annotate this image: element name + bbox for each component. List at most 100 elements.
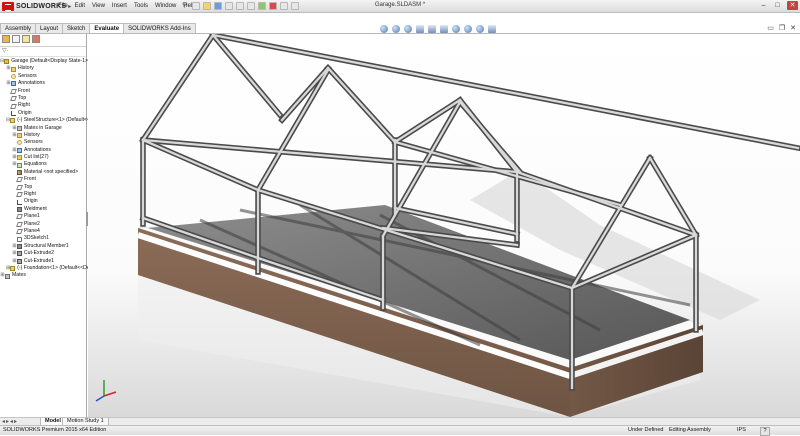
tree-row[interactable]: Material <not specified>: [0, 169, 86, 176]
hide-show-items-icon[interactable]: [452, 25, 460, 33]
file-properties-icon[interactable]: [280, 2, 288, 10]
tree-row[interactable]: ⊞ Annotations: [0, 147, 86, 154]
new-document-icon[interactable]: [192, 2, 200, 10]
tree-row[interactable]: ⊞ Equations: [0, 161, 86, 168]
menu-bar: File Edit View Insert Tools Window Help: [58, 1, 196, 11]
edit-appearance-icon[interactable]: [464, 25, 472, 33]
tree-row[interactable]: Origin: [0, 198, 86, 205]
undo-icon[interactable]: [236, 2, 244, 10]
pin-icon[interactable]: ⚲: [182, 1, 187, 9]
plane-icon: [16, 184, 23, 190]
tree-row[interactable]: ⊞ Cut-Extrude2: [0, 250, 86, 257]
panel-toolbar: [0, 34, 86, 47]
tree-row-label: Mates: [12, 272, 26, 279]
view-orientation-icon[interactable]: [428, 25, 436, 33]
rebuild-icon[interactable]: [258, 2, 266, 10]
menu-file[interactable]: File: [58, 3, 68, 9]
display-manager-tab-icon[interactable]: [32, 35, 40, 43]
part-icon: [10, 266, 16, 272]
tree-row[interactable]: Sensors: [0, 139, 86, 146]
section-view-icon[interactable]: [416, 25, 424, 33]
tree-row[interactable]: Right: [0, 102, 86, 109]
asm-icon: [4, 59, 10, 65]
feature-manager-tab-icon[interactable]: [2, 35, 10, 43]
graphics-viewport[interactable]: [88, 34, 800, 417]
zoom-to-fit-icon[interactable]: [380, 25, 388, 33]
save-icon[interactable]: [214, 2, 222, 10]
menu-edit[interactable]: Edit: [75, 3, 85, 9]
tree-row-label: Sensors: [18, 72, 37, 79]
configuration-manager-tab-icon[interactable]: [22, 35, 30, 43]
tree-row[interactable]: ⊞ Annotations: [0, 80, 86, 87]
feature-tree: ⊟ Garage (Default<Display State-1>) ⊞ Histo…: [0, 57, 101, 280]
menu-insert[interactable]: Insert: [112, 3, 127, 9]
tree-filter[interactable]: ▽·: [0, 47, 86, 57]
display-style-icon[interactable]: [440, 25, 448, 33]
tab-evaluate[interactable]: Evaluate: [89, 23, 125, 33]
tree-row[interactable]: ⊟ (-) SteelStructure<1> (Default<<Defa: [0, 117, 101, 124]
tree-row[interactable]: 3DSketch1: [0, 235, 86, 242]
view-settings-icon[interactable]: [488, 25, 496, 33]
tab-layout[interactable]: Layout: [35, 23, 64, 33]
viewport-close-icon[interactable]: ✕: [790, 24, 796, 32]
tab-addins[interactable]: SOLIDWORKS Add-Ins: [123, 23, 196, 33]
open-folder-icon[interactable]: [203, 2, 211, 10]
print-icon[interactable]: [225, 2, 233, 10]
filter-icon[interactable]: ▽·: [2, 48, 9, 54]
menu-window[interactable]: Window: [155, 3, 176, 9]
tree-row[interactable]: ⊞ Structural Member1: [0, 243, 86, 250]
tree-row[interactable]: ⊟ Garage (Default<Display State-1>): [0, 58, 90, 65]
tree-row[interactable]: ⊞ Cut-Extrude1: [0, 258, 86, 265]
tree-row[interactable]: Front: [0, 88, 86, 95]
help-icon[interactable]: ?: [760, 427, 770, 436]
tree-row[interactable]: Plane2: [0, 221, 86, 228]
tree-row[interactable]: ⊞ History: [0, 132, 86, 139]
traffic-light-icon[interactable]: [269, 2, 277, 10]
close-icon[interactable]: ✕: [787, 1, 798, 10]
part-icon: [10, 118, 16, 124]
tree-row-label: Top: [18, 94, 27, 101]
property-manager-tab-icon[interactable]: [12, 35, 20, 43]
tree-row[interactable]: Plane4: [0, 228, 86, 235]
zoom-to-area-icon[interactable]: [392, 25, 400, 33]
tab-scroll-arrows-icon[interactable]: ◂▸◂▸: [2, 418, 18, 425]
tree-row[interactable]: Right: [0, 191, 86, 198]
tree-row-label: History: [24, 131, 40, 138]
quick-access-toolbar: [192, 1, 299, 11]
tree-row[interactable]: Origin: [0, 110, 86, 117]
maximize-icon[interactable]: □: [773, 1, 782, 10]
tab-sketch[interactable]: Sketch: [62, 23, 91, 33]
select-arrow-icon[interactable]: [247, 2, 255, 10]
plane-icon: [10, 96, 17, 102]
menu-tools[interactable]: Tools: [134, 3, 148, 9]
apply-scene-icon[interactable]: [476, 25, 484, 33]
options-gear-icon[interactable]: [291, 2, 299, 10]
tree-row[interactable]: ⊞ Mates in Garage: [0, 125, 86, 132]
annot-icon: [11, 81, 16, 87]
folder-icon: [17, 133, 22, 139]
tree-row[interactable]: ⊞ History: [0, 65, 86, 72]
tree-row[interactable]: Sensors: [0, 73, 86, 80]
tree-row[interactable]: Plane1: [0, 213, 86, 220]
viewport-restore-icon[interactable]: ❐: [779, 24, 785, 32]
minimize-icon[interactable]: –: [759, 1, 768, 10]
sensor-icon: [17, 140, 22, 146]
tree-row-label: Front: [24, 176, 36, 183]
tree-row[interactable]: Top: [0, 95, 86, 102]
tree-row[interactable]: ⊞ (-) Foundation<1> (Default<<Defaul: [0, 265, 98, 272]
tree-row-label: Garage (Default<Display State-1>): [11, 58, 90, 64]
tree-row[interactable]: Front: [0, 176, 86, 183]
tree-row[interactable]: Weldment: [0, 206, 86, 213]
plane-icon: [16, 221, 23, 227]
previous-view-icon[interactable]: [404, 25, 412, 33]
menu-view[interactable]: View: [92, 3, 105, 9]
tree-row[interactable]: ⊞ Mates: [0, 272, 86, 279]
tree-row[interactable]: ⊞ Cut list(27): [0, 154, 86, 161]
tree-row[interactable]: Top: [0, 184, 86, 191]
garage-3d-model[interactable]: [88, 34, 800, 417]
tree-row-label: Cut list(27): [24, 154, 49, 161]
window-controls: – □ ✕: [759, 1, 798, 10]
feature-manager-panel: ▽· ⊟ Garage (Default<Display State-1>) ⊞ Hi…: [0, 34, 101, 417]
viewport-minimize-icon[interactable]: ▭: [767, 24, 774, 32]
tab-assembly[interactable]: Assembly: [0, 23, 37, 33]
